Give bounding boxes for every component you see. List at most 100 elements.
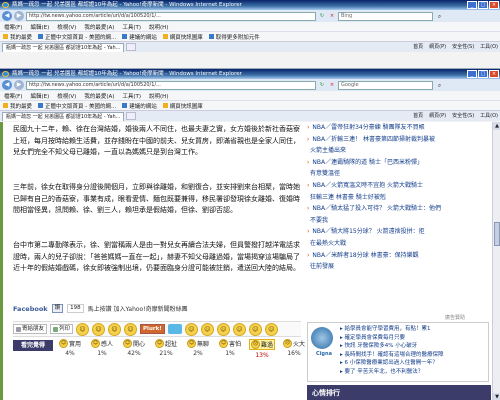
news-link[interactable]: › NBA／雷帝狂射34分豪練 騎團隊友不買帳 xyxy=(307,122,491,134)
tools-menu[interactable]: 工具(O) xyxy=(480,43,498,52)
search-input[interactable]: Google xyxy=(338,80,433,90)
news-link[interactable]: › NBA／騎大將15分球？ 火箭遠捨投拼：拒 xyxy=(307,226,491,238)
ad-line[interactable]: ▸ 確定學員會保費每月只要 xyxy=(340,334,488,343)
favorites-button[interactable]: 我的最愛 xyxy=(3,102,32,110)
back-button[interactable]: ◀ xyxy=(2,80,12,90)
ad-line[interactable]: ▸ 要了 辛苦天年北，也不利醫法？ xyxy=(340,368,488,377)
favorite-link[interactable]: 正體中文版首頁 - 美國的網... xyxy=(38,33,116,41)
scroll-down-icon[interactable]: ▼ xyxy=(493,393,500,400)
mood-option-happy[interactable]: ☺ 開心 42% xyxy=(119,339,149,359)
menu-help[interactable]: 說明(H) xyxy=(149,92,168,100)
ad-box[interactable]: Cigna ▸ 給學員會能守學習費用，有點！累1 ▸ 確定學員會保費每月只要 ▸… xyxy=(307,322,489,382)
share-emoticon-icon[interactable]: ☺ xyxy=(216,322,230,336)
search-input[interactable]: Bing xyxy=(338,11,433,21)
share-emoticon-icon[interactable]: ☺ xyxy=(264,322,278,336)
forward-button[interactable]: ▶ xyxy=(14,11,24,21)
ad-line[interactable]: ▸ 6 小保險醫療業認出過入住醫開一年？ xyxy=(340,359,488,368)
news-link[interactable]: › NBA／火箭寬溫文時不宜抱 火箭大戰騎士 xyxy=(307,180,491,192)
menu-file[interactable]: 檔案(F) xyxy=(4,23,22,31)
home-button[interactable]: 首頁 xyxy=(413,43,423,52)
mood-option-absurd[interactable]: ☺ 超扯 21% xyxy=(151,339,181,359)
news-link-continued[interactable]: 狂輸三連 林書豪 騎士好被剋 xyxy=(307,192,491,204)
news-link-continued[interactable]: 不要我 xyxy=(307,215,491,227)
menu-favorites[interactable]: 我的最愛(A) xyxy=(84,23,114,31)
share-emoticon-icon[interactable]: ☺ xyxy=(76,322,90,336)
address-input[interactable]: http://tw.news.yahoo.com/article/url/d/a… xyxy=(26,11,316,21)
news-link[interactable]: › NBA／折輸三連！ 林書豪第四節掃射裁判暴被 xyxy=(307,134,491,146)
refresh-icon[interactable]: ↻ xyxy=(318,12,326,20)
favorites-button[interactable]: 我的最愛 xyxy=(3,33,32,41)
menu-view[interactable]: 檢視(V) xyxy=(57,23,76,31)
share-emoticon-icon[interactable]: ☺ xyxy=(124,322,138,336)
search-icon[interactable]: ⌕ xyxy=(435,12,444,21)
print-button[interactable]: 列印 xyxy=(50,324,74,334)
ad-line[interactable]: ▸ 給學員會能守學習費用，有點！累1 xyxy=(340,325,488,334)
menu-tools[interactable]: 工具(T) xyxy=(122,92,141,100)
vertical-scrollbar[interactable]: ▲ ▼ xyxy=(492,122,500,400)
menu-edit[interactable]: 編輯(E) xyxy=(30,92,49,100)
new-tab-button[interactable] xyxy=(126,43,137,51)
facebook-join-link[interactable]: 馬上按讚 加入Yahoo!奇摩新聞粉絲團 xyxy=(88,304,188,313)
safety-menu[interactable]: 安全性(S) xyxy=(452,112,474,121)
share-emoticon-icon[interactable]: ☺ xyxy=(248,322,262,336)
maximize-button[interactable]: □ xyxy=(478,1,488,9)
news-link-continued[interactable]: 往前發展 xyxy=(307,261,491,273)
close-button[interactable]: × xyxy=(489,1,499,9)
mood-option-useful[interactable]: ☺ 實用 4% xyxy=(55,339,85,359)
page-menu[interactable]: 網頁(P) xyxy=(429,43,446,52)
refresh-icon[interactable]: ↻ xyxy=(318,81,326,89)
news-link[interactable]: › NBA／米醉者18分球 林書豪：保持樂觀 xyxy=(307,250,491,262)
web-slice-gallery-link[interactable]: 網頁快訊圖庫 xyxy=(162,33,203,41)
minimize-button[interactable]: _ xyxy=(467,70,477,78)
new-tab-button[interactable] xyxy=(126,112,137,120)
stop-icon[interactable]: × xyxy=(328,12,336,20)
scroll-up-icon[interactable]: ▲ xyxy=(493,122,500,130)
mood-option-touched[interactable]: ☺ 感人 1% xyxy=(87,339,117,359)
ad-line[interactable]: ▸ 長時間找手！確認有這場合理的醫療保障 xyxy=(340,351,488,360)
get-addons-link[interactable]: 取得更多附加元件 xyxy=(208,33,260,41)
news-link-continued[interactable]: 在最熱火大戰 xyxy=(307,238,491,250)
facebook-like-button[interactable]: 讚 xyxy=(51,304,64,313)
share-emoticon-icon[interactable]: ☺ xyxy=(200,322,214,336)
menu-tools[interactable]: 工具(T) xyxy=(122,23,141,31)
favorite-link[interactable]: 正體中文版首頁 - 美國的網... xyxy=(38,102,116,110)
minimize-button[interactable]: _ xyxy=(467,1,477,9)
menu-file[interactable]: 檔案(F) xyxy=(4,92,22,100)
news-link[interactable]: › NBA／騎太猛了投入可待？ 火箭大戰騎士：他們 xyxy=(307,203,491,215)
email-friend-button[interactable]: 寄給朋友 xyxy=(13,324,48,334)
share-emoticon-icon[interactable]: ☺ xyxy=(92,322,106,336)
twitter-share-icon[interactable] xyxy=(167,324,182,334)
tab-current[interactable]: 瓶媽一疏忽 一起 兒恙園區 都認證10年為起 - Yah... xyxy=(2,111,125,121)
share-emoticon-icon[interactable]: ☺ xyxy=(232,322,246,336)
safety-menu[interactable]: 安全性(S) xyxy=(452,43,474,52)
close-button[interactable]: × xyxy=(489,70,499,78)
mood-option-sad[interactable]: ☹ 難過 13% xyxy=(247,339,277,359)
scroll-thumb[interactable] xyxy=(494,222,500,246)
tools-menu[interactable]: 工具(O) xyxy=(480,112,498,121)
forward-button[interactable]: ▶ xyxy=(14,80,24,90)
suggested-sites-link[interactable]: 建議的網站 xyxy=(122,102,157,110)
news-link-continued[interactable]: 火箭主播出來 xyxy=(307,145,491,157)
share-emoticon-icon[interactable]: ☺ xyxy=(108,322,122,336)
menu-view[interactable]: 檢視(V) xyxy=(57,92,76,100)
menu-favorites[interactable]: 我的最愛(A) xyxy=(84,92,114,100)
plurk-share-button[interactable]: Plurk! xyxy=(140,324,165,334)
page-menu[interactable]: 網頁(P) xyxy=(429,112,446,121)
web-slice-gallery-link[interactable]: 網頁快訊圖庫 xyxy=(162,102,203,110)
back-button[interactable]: ◀ xyxy=(2,11,12,21)
news-link-continued[interactable]: 有意雙溫徑 xyxy=(307,168,491,180)
tab-current[interactable]: 瓶媽一疏忽 一起 兒恙園區 都認證10年為起 - Yah... xyxy=(2,42,125,52)
mood-option-scared[interactable]: ☺ 害怕 1% xyxy=(215,339,245,359)
ad-line[interactable]: ▸ 快訊 牙醫保險多4% 小心破牙 xyxy=(340,342,488,351)
stop-icon[interactable]: × xyxy=(328,81,336,89)
mood-option-bored[interactable]: ☺ 無聊 2% xyxy=(183,339,213,359)
suggested-sites-link[interactable]: 建議的網站 xyxy=(122,33,157,41)
maximize-button[interactable]: □ xyxy=(478,70,488,78)
menu-help[interactable]: 說明(H) xyxy=(149,23,168,31)
share-emoticon-icon[interactable]: ☺ xyxy=(184,322,198,336)
news-link[interactable]: › NBA／連霸騎隊的道 騎士「巴西米粉彈」 xyxy=(307,157,491,169)
search-icon[interactable]: ⌕ xyxy=(435,81,444,90)
menu-edit[interactable]: 編輯(E) xyxy=(30,23,49,31)
address-input[interactable]: http://tw.news.yahoo.com/article/url/d/a… xyxy=(26,80,316,90)
home-button[interactable]: 首頁 xyxy=(413,112,423,121)
